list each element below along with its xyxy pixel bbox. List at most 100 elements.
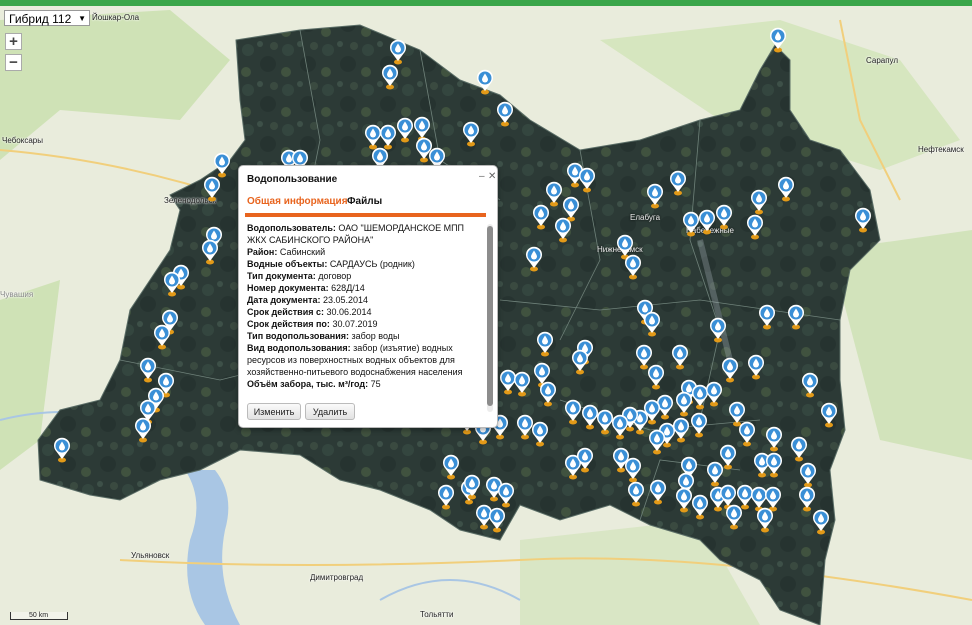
popup-scrollbar[interactable] bbox=[487, 224, 493, 412]
water-use-marker[interactable] bbox=[646, 183, 664, 209]
water-use-marker[interactable] bbox=[624, 457, 642, 483]
water-use-marker[interactable] bbox=[497, 482, 515, 508]
water-use-marker[interactable] bbox=[525, 246, 543, 272]
water-use-marker[interactable] bbox=[554, 217, 572, 243]
info-popup: Водопользование – ✕ Общая информация Фай… bbox=[238, 165, 498, 428]
city-label: Нефтекамск bbox=[918, 145, 964, 154]
water-use-marker[interactable] bbox=[532, 204, 550, 230]
water-use-marker[interactable] bbox=[820, 402, 838, 428]
water-use-marker[interactable] bbox=[769, 27, 787, 53]
field-row: Срок действия по: 30.07.2019 bbox=[247, 318, 479, 330]
water-use-marker[interactable] bbox=[624, 254, 642, 280]
water-use-marker[interactable] bbox=[437, 484, 455, 510]
popup-content: Водопользователь: ОАО "ШЕМОРДАНСКОЕ МПП … bbox=[247, 222, 479, 390]
water-use-marker[interactable] bbox=[787, 304, 805, 330]
water-use-marker[interactable] bbox=[765, 452, 783, 478]
water-use-marker[interactable] bbox=[671, 344, 689, 370]
tab-files[interactable]: Файлы bbox=[347, 196, 382, 207]
city-label: Йошкар-Ола bbox=[92, 13, 140, 22]
water-use-marker[interactable] bbox=[669, 170, 687, 196]
water-use-marker[interactable] bbox=[709, 317, 727, 343]
water-use-marker[interactable] bbox=[777, 176, 795, 202]
water-use-marker[interactable] bbox=[725, 504, 743, 530]
water-use-marker[interactable] bbox=[463, 474, 481, 500]
water-use-marker[interactable] bbox=[381, 64, 399, 90]
water-use-marker[interactable] bbox=[801, 372, 819, 398]
scale-bar: 50 km bbox=[10, 612, 68, 620]
city-label: Сарапул bbox=[866, 56, 899, 65]
water-use-marker[interactable] bbox=[721, 357, 739, 383]
minimize-icon[interactable]: – bbox=[479, 171, 485, 182]
field-row: Тип документа: договор bbox=[247, 270, 479, 282]
field-label: Водные объекты: bbox=[247, 259, 328, 269]
water-use-marker[interactable] bbox=[691, 494, 709, 520]
water-use-marker[interactable] bbox=[799, 462, 817, 488]
water-use-marker[interactable] bbox=[643, 311, 661, 337]
water-use-marker[interactable] bbox=[738, 421, 756, 447]
water-use-marker[interactable] bbox=[536, 331, 554, 357]
city-label: Тольятти bbox=[420, 610, 454, 619]
water-use-marker[interactable] bbox=[854, 207, 872, 233]
delete-button[interactable]: Удалить bbox=[305, 403, 355, 420]
chevron-down-icon: ▼ bbox=[78, 14, 86, 23]
tab-general-info[interactable]: Общая информация bbox=[247, 196, 348, 207]
water-use-marker[interactable] bbox=[153, 324, 171, 350]
water-use-marker[interactable] bbox=[134, 417, 152, 443]
water-use-marker[interactable] bbox=[539, 381, 557, 407]
water-use-marker[interactable] bbox=[531, 421, 549, 447]
field-row: Номер документа: 628Д/14 bbox=[247, 282, 479, 294]
city-label: Ульяновск bbox=[131, 551, 170, 560]
water-use-marker[interactable] bbox=[649, 479, 667, 505]
water-use-marker[interactable] bbox=[756, 507, 774, 533]
water-use-marker[interactable] bbox=[513, 371, 531, 397]
field-row: Район: Сабинский bbox=[247, 246, 479, 258]
close-icon[interactable]: ✕ bbox=[488, 171, 496, 182]
field-value: договор bbox=[318, 271, 352, 281]
water-use-marker[interactable] bbox=[213, 152, 231, 178]
water-use-marker[interactable] bbox=[201, 239, 219, 265]
water-use-marker[interactable] bbox=[476, 69, 494, 95]
field-value: забор воды bbox=[351, 331, 400, 341]
water-use-marker[interactable] bbox=[750, 189, 768, 215]
water-use-marker[interactable] bbox=[719, 444, 737, 470]
popup-title: Водопользование bbox=[247, 174, 338, 185]
water-use-marker[interactable] bbox=[571, 349, 589, 375]
water-use-marker[interactable] bbox=[611, 414, 629, 440]
scrollbar-thumb[interactable] bbox=[487, 226, 493, 406]
water-use-marker[interactable] bbox=[765, 426, 783, 452]
water-use-marker[interactable] bbox=[163, 271, 181, 297]
water-use-marker[interactable] bbox=[396, 117, 414, 143]
water-use-marker[interactable] bbox=[647, 364, 665, 390]
water-use-marker[interactable] bbox=[705, 381, 723, 407]
water-use-marker[interactable] bbox=[576, 447, 594, 473]
field-value: 23.05.2014 bbox=[322, 295, 369, 305]
water-use-marker[interactable] bbox=[747, 354, 765, 380]
water-use-marker[interactable] bbox=[442, 454, 460, 480]
tab-underline bbox=[245, 213, 486, 217]
water-use-marker[interactable] bbox=[53, 437, 71, 463]
water-use-marker[interactable] bbox=[564, 399, 582, 425]
water-use-marker[interactable] bbox=[389, 39, 407, 65]
basemap-select[interactable]: Гибрид 112 ▼ bbox=[4, 10, 90, 26]
water-use-marker[interactable] bbox=[203, 176, 221, 202]
water-use-marker[interactable] bbox=[746, 214, 764, 240]
water-use-marker[interactable] bbox=[139, 357, 157, 383]
water-use-marker[interactable] bbox=[812, 509, 830, 535]
field-row: Тип водопользования: забор воды bbox=[247, 330, 479, 342]
water-use-marker[interactable] bbox=[496, 101, 514, 127]
water-use-marker[interactable] bbox=[790, 436, 808, 462]
water-use-marker[interactable] bbox=[578, 167, 596, 193]
field-label: Тип водопользования: bbox=[247, 331, 349, 341]
water-use-marker[interactable] bbox=[698, 209, 716, 235]
water-use-marker[interactable] bbox=[627, 481, 645, 507]
zoom-in-button[interactable]: + bbox=[5, 33, 22, 50]
zoom-out-button[interactable]: − bbox=[5, 54, 22, 71]
water-use-marker[interactable] bbox=[488, 507, 506, 533]
water-use-marker[interactable] bbox=[690, 412, 708, 438]
water-use-marker[interactable] bbox=[715, 204, 733, 230]
field-value: 30.06.2014 bbox=[326, 307, 372, 317]
water-use-marker[interactable] bbox=[462, 121, 480, 147]
edit-button[interactable]: Изменить bbox=[247, 403, 301, 420]
water-use-marker[interactable] bbox=[758, 304, 776, 330]
water-use-marker[interactable] bbox=[648, 429, 666, 455]
